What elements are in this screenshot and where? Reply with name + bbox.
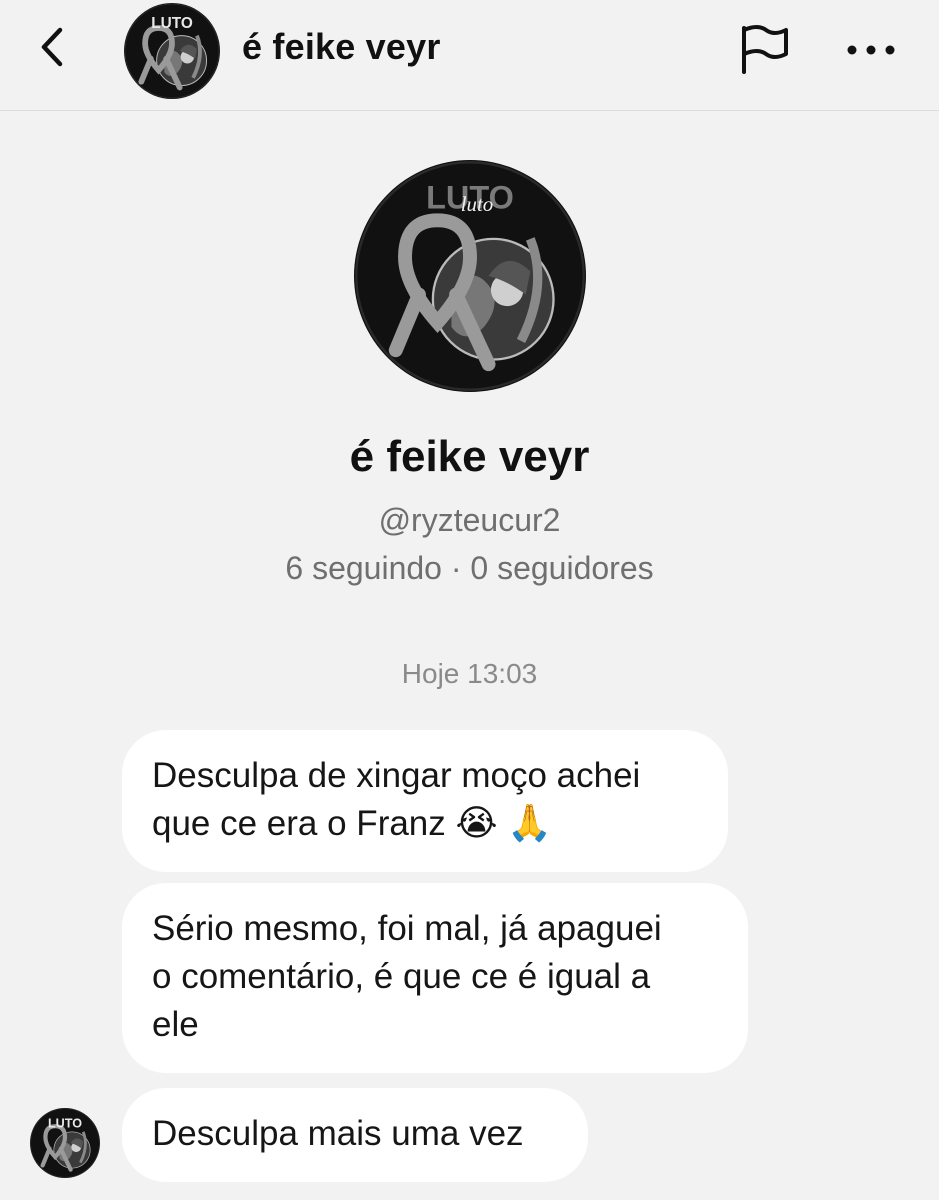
profile-stats: 6 seguindo · 0 seguidores [285,550,654,586]
sender-avatar[interactable]: LUTO [30,1108,100,1178]
chat-title[interactable]: é feike veyr [242,26,441,68]
message-line: o comentário, é que ce é igual a [152,957,651,996]
header-avatar[interactable]: LUTO [124,3,220,99]
chevron-left-icon [41,27,63,67]
message-line: Sério mesmo, foi mal, já apaguei [152,909,662,948]
more-horizontal-icon [847,45,895,55]
folded-hands-emoji: 🙏 [507,803,553,844]
top-bar: LUTO é feike veyr [0,0,939,111]
message-bubble[interactable]: Desculpa de xingar moço achei que ce era… [122,730,728,872]
more-options-button[interactable] [842,30,900,70]
message-line: Desculpa mais uma vez [152,1114,524,1153]
avatar-logo-text: LUTO [151,15,193,32]
message-line: ele [152,1005,199,1044]
crying-face-emoji: 😭 [455,803,498,844]
profile-name: é feike veyr [349,432,590,481]
profile-handle: @ryzteucur2 [378,502,561,538]
message-line: que ce era o Franz 😭 🙏 [152,803,553,844]
message-bubble[interactable]: Sério mesmo, foi mal, já apaguei o comen… [122,883,748,1073]
back-button[interactable] [28,22,78,72]
profile-avatar[interactable]: LUTO luto [354,160,586,392]
report-button[interactable] [732,20,796,80]
message-timestamp: Hoje 13:03 [401,658,538,689]
message-line: Desculpa de xingar moço achei [152,756,641,795]
message-bubble[interactable]: Desculpa mais uma vez [122,1088,588,1182]
avatar-logo-script: luto [461,192,493,216]
flag-icon [742,25,788,74]
avatar-logo-text: LUTO [48,1117,82,1131]
